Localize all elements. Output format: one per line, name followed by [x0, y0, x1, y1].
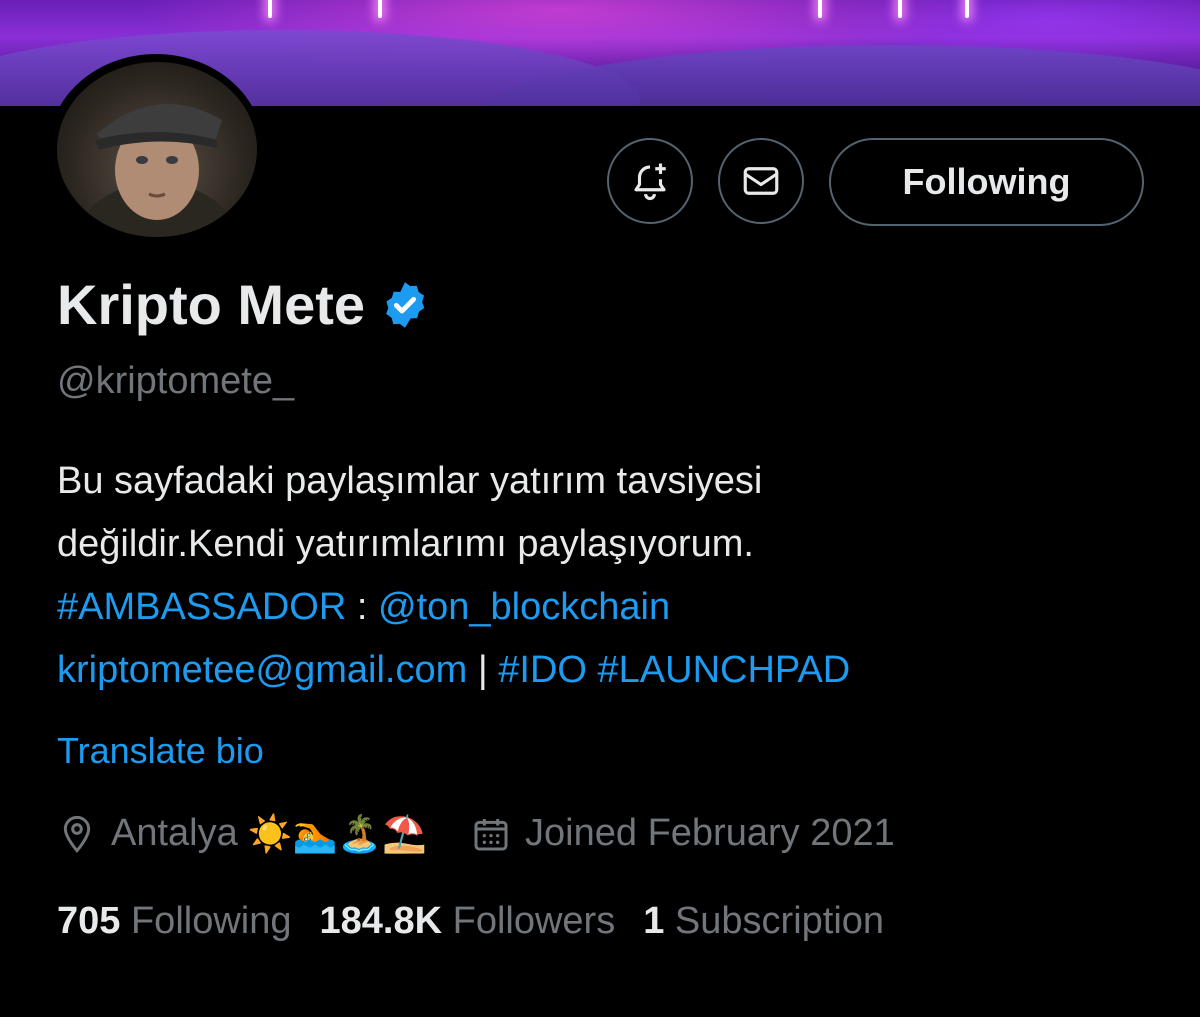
- hashtag-link[interactable]: #AMBASSADOR: [57, 586, 346, 628]
- email-link[interactable]: kriptometee@gmail.com: [57, 649, 467, 691]
- location-pin-icon: [63, 815, 91, 853]
- bio-line: Bu sayfadaki paylaşımlar yatırım tavsiye…: [57, 460, 763, 502]
- avatar[interactable]: [57, 62, 257, 237]
- profile-stats: 705 Following 184.8K Followers 1 Subscri…: [57, 900, 912, 943]
- calendar-icon: [474, 818, 508, 850]
- bio-line: #AMBASSADOR : @ton_blockchain: [57, 576, 1157, 639]
- bio-line: kriptometee@gmail.com | #IDO #LAUNCHPAD: [57, 639, 1157, 702]
- profile-bio: Bu sayfadaki paylaşımlar yatırım tavsiye…: [57, 450, 1157, 702]
- profile-name: Kripto Mete: [57, 273, 365, 336]
- followers-stat[interactable]: 184.8K Followers: [320, 900, 616, 943]
- envelope-icon: [743, 167, 779, 195]
- profile-name-row: Kripto Mete: [57, 272, 431, 337]
- joined-date: Joined February 2021: [525, 812, 895, 854]
- location-emoji: ☀️🏊🏝️⛱️: [247, 812, 428, 854]
- verified-badge-icon[interactable]: [379, 279, 431, 331]
- banner-light-beam: [268, 0, 272, 18]
- followers-label: Followers: [452, 900, 616, 942]
- subscription-label: Subscription: [674, 900, 885, 942]
- translate-bio-link[interactable]: Translate bio: [57, 730, 264, 772]
- following-label: Following: [130, 900, 292, 942]
- subscription-count: 1: [643, 900, 665, 942]
- banner-light-beam: [965, 0, 969, 18]
- profile-meta: Antalya ☀️🏊🏝️⛱️ Joined February 2021: [57, 812, 895, 855]
- following-button[interactable]: Following: [829, 138, 1144, 226]
- banner-light-beam: [378, 0, 382, 18]
- bell-plus-icon: [634, 163, 666, 201]
- hashtag-link[interactable]: #IDO: [498, 649, 587, 691]
- mention-link[interactable]: @ton_blockchain: [378, 586, 670, 628]
- bio-separator: |: [467, 649, 499, 691]
- message-button[interactable]: [718, 138, 804, 224]
- location-text: Antalya: [111, 812, 238, 854]
- banner-hill: [480, 45, 1200, 106]
- following-stat[interactable]: 705 Following: [57, 900, 292, 943]
- followers-count: 184.8K: [319, 900, 443, 942]
- profile-handle: @kriptomete_: [57, 360, 295, 402]
- location-item: Antalya ☀️🏊🏝️⛱️: [57, 812, 427, 855]
- hashtag-link[interactable]: #LAUNCHPAD: [598, 649, 851, 691]
- avatar-portrait-image: [71, 103, 243, 237]
- banner-light-beam: [898, 0, 902, 18]
- following-count: 705: [57, 900, 121, 942]
- joined-item: Joined February 2021: [471, 812, 895, 855]
- banner-light-beam: [818, 0, 822, 18]
- bio-separator: :: [346, 586, 378, 628]
- notifications-button[interactable]: [607, 138, 693, 224]
- subscription-stat[interactable]: 1 Subscription: [643, 900, 884, 943]
- bio-line: değildir.Kendi yatırımlarımı paylaşıyoru…: [57, 523, 754, 565]
